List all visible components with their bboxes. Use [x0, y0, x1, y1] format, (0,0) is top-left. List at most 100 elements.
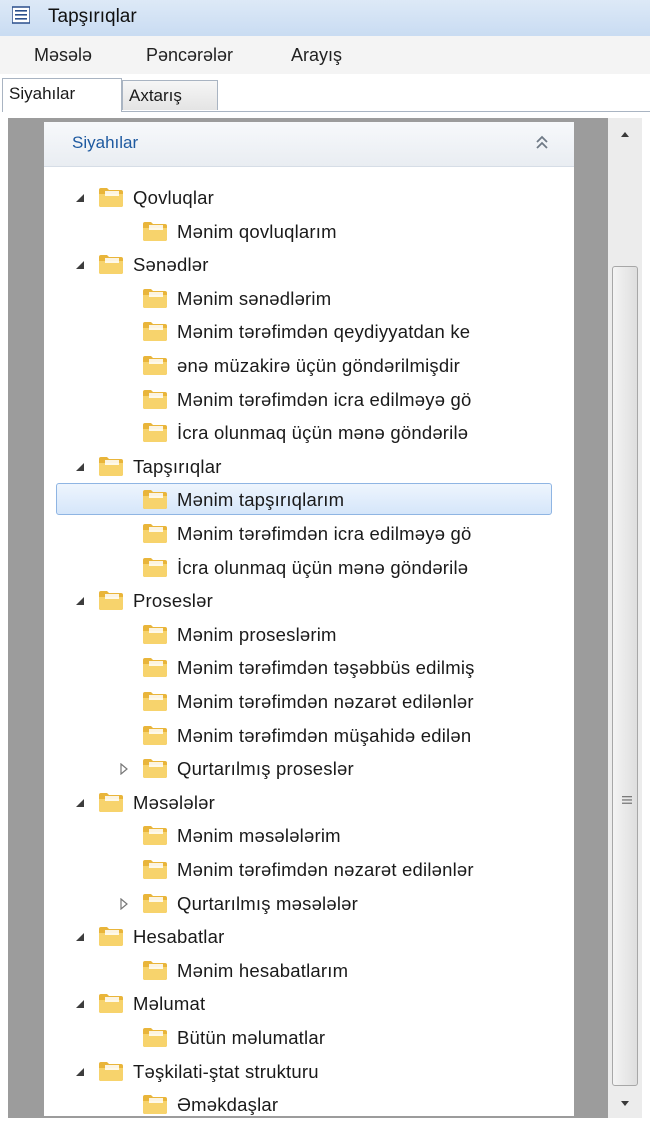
folder-icon	[98, 253, 124, 275]
double-chevron-up-icon[interactable]	[534, 134, 550, 152]
tree-item-label: Qurtarılmış proseslər	[177, 758, 354, 780]
collapsed-triangle-icon[interactable]	[118, 897, 130, 910]
expanded-triangle-icon[interactable]	[74, 192, 86, 204]
folder-icon	[98, 992, 124, 1014]
tree-item-label: Mənim tərəfimdən qeydiyyatdan ke	[177, 321, 471, 343]
tree-item[interactable]: İcra olunmaq üçün mənə göndərilə	[44, 551, 574, 584]
folder-icon	[98, 925, 124, 947]
expanded-triangle-icon[interactable]	[74, 1066, 86, 1078]
menu-bar: Məsələ Pəncərələr Arayış	[0, 36, 650, 75]
tree-item[interactable]: Hesabatlar	[44, 920, 574, 953]
folder-icon	[142, 388, 168, 410]
folder-icon	[98, 186, 124, 208]
tree-item-label: Qovluqlar	[133, 187, 214, 208]
folder-icon	[142, 522, 168, 544]
tree-item-label: Mənim tərəfimdən nəzarət edilənlər	[177, 859, 474, 880]
tree-item-label: Mənim tərəfimdən təşəbbüs edilmiş	[177, 657, 475, 679]
folder-icon	[142, 824, 168, 846]
tree-item[interactable]: Mənim tapşırıqlarım	[44, 483, 574, 516]
panel-title: Siyahılar	[72, 133, 139, 152]
tree-item[interactable]: İcra olunmaq üçün mənə göndərilə	[44, 416, 574, 449]
tree-item[interactable]: Tapşırıqlar	[44, 450, 574, 483]
tree-item[interactable]: Mənim tərəfimdən nəzarət edilənlər	[44, 853, 574, 886]
app-list-icon	[12, 6, 30, 24]
tree-item[interactable]: Təşkilati-ştat strukturu	[44, 1055, 574, 1088]
tree-item[interactable]: Mənim tərəfimdən qeydiyyatdan ke	[44, 315, 574, 348]
menu-item-pencereler[interactable]: Pəncərələr	[146, 45, 233, 66]
tree-item-label: Hesabatlar	[133, 926, 225, 948]
folder-icon	[142, 623, 168, 645]
expanded-triangle-icon[interactable]	[74, 259, 86, 271]
tab-axtaris[interactable]: Axtarış	[122, 80, 218, 110]
tree-item[interactable]: Mənim proseslərim	[44, 618, 574, 651]
collapsed-triangle-icon[interactable]	[118, 763, 130, 776]
folder-icon	[142, 690, 168, 712]
tree-item[interactable]: Mənim tərəfimdən təşəbbüs edilmiş	[44, 651, 574, 684]
tree-item[interactable]: ənə müzakirə üçün göndərilmişdir	[44, 349, 574, 382]
tree-item[interactable]: Mənim məsələlərim	[44, 819, 574, 852]
tree-item-label: Mənim məsələlərim	[177, 825, 341, 847]
tree-item[interactable]: Mənim qovluqlarım	[44, 215, 574, 248]
scroll-up-arrow-icon[interactable]	[608, 118, 642, 148]
vertical-scrollbar[interactable]	[608, 118, 642, 1118]
tree-item-label: Əməkdaşlar	[177, 1094, 279, 1116]
tree-item[interactable]: Mənim hesabatlarım	[44, 954, 574, 987]
tree-item[interactable]: Mənim tərəfimdən icra edilməyə gö	[44, 383, 574, 416]
tree-item[interactable]: Mənim tərəfimdən müşahidə edilən	[44, 719, 574, 752]
folder-icon	[142, 892, 168, 914]
folder-icon	[142, 220, 168, 242]
tree-item-label: Sənədlər	[133, 254, 209, 276]
tree-item-label: Məlumat	[133, 993, 206, 1015]
folder-icon	[142, 320, 168, 342]
folder-icon	[142, 421, 168, 443]
tree-item[interactable]: Bütün məlumatlar	[44, 1021, 574, 1054]
folder-icon	[142, 656, 168, 678]
tab-strip: Siyahılar Axtarış	[0, 74, 650, 114]
tree-item-label: Mənim tərəfimdən müşahidə edilən	[177, 724, 472, 746]
tree-item[interactable]: Əməkdaşlar	[44, 1088, 574, 1116]
menu-item-arayis[interactable]: Arayış	[291, 45, 342, 66]
tree-item[interactable]: Sənədlər	[44, 248, 574, 281]
tree-item[interactable]: Mənim tərəfimdən nəzarət edilənlər	[44, 685, 574, 718]
tree-item[interactable]: Qurtarılmış məsələlər	[44, 887, 574, 920]
folder-icon	[142, 959, 168, 981]
folder-icon	[142, 757, 168, 779]
panel-header[interactable]: Siyahılar	[44, 122, 574, 167]
tree-item[interactable]: Proseslər	[44, 584, 574, 617]
folder-icon	[98, 1060, 124, 1082]
menu-item-masala[interactable]: Məsələ	[34, 45, 92, 66]
tree-item-label: Bütün məlumatlar	[177, 1027, 326, 1048]
tree-item-label: Mənim tərəfimdən nəzarət edilənlər	[177, 691, 474, 712]
tree-item[interactable]: Mənim tərəfimdən icra edilməyə gö	[44, 517, 574, 550]
tree-item-label: Qurtarılmış məsələlər	[177, 892, 359, 914]
folder-icon	[142, 287, 168, 309]
expanded-triangle-icon[interactable]	[74, 797, 86, 809]
lists-panel: Siyahılar Qovluqlar Mənim qovluqlarım Sənə…	[44, 122, 574, 1116]
expanded-triangle-icon[interactable]	[74, 998, 86, 1010]
folder-icon	[142, 1093, 168, 1115]
tree-item-label: İcra olunmaq üçün mənə göndərilə	[177, 556, 469, 578]
folder-icon	[142, 556, 168, 578]
tree-item[interactable]: Məlumat	[44, 987, 574, 1020]
tree-item-label: Mənim hesabatlarım	[177, 959, 349, 981]
tab-siyahilar[interactable]: Siyahılar	[2, 78, 122, 112]
folder-icon	[98, 589, 124, 611]
folder-icon	[142, 488, 168, 510]
tree-item[interactable]: Qurtarılmış proseslər	[44, 752, 574, 785]
tree-item[interactable]: Məsələlər	[44, 786, 574, 819]
tree-item-label: Mənim tərəfimdən icra edilməyə gö	[177, 388, 472, 410]
tree-item-label: Mənim sənədlərim	[177, 287, 332, 309]
expanded-triangle-icon[interactable]	[74, 595, 86, 607]
tree-item-label: Tapşırıqlar	[133, 455, 222, 477]
tree-item[interactable]: Mənim sənədlərim	[44, 282, 574, 315]
folder-icon	[142, 354, 168, 376]
folder-icon	[98, 791, 124, 813]
title-bar: Tapşırıqlar	[0, 0, 650, 36]
tab-divider	[122, 111, 650, 112]
scrollbar-thumb[interactable]	[612, 266, 638, 1086]
expanded-triangle-icon[interactable]	[74, 461, 86, 473]
tree-item[interactable]: Qovluqlar	[44, 181, 574, 214]
scroll-down-arrow-icon[interactable]	[608, 1088, 642, 1118]
tree-item-label: ənə müzakirə üçün göndərilmişdir	[177, 355, 461, 376]
expanded-triangle-icon[interactable]	[74, 931, 86, 943]
